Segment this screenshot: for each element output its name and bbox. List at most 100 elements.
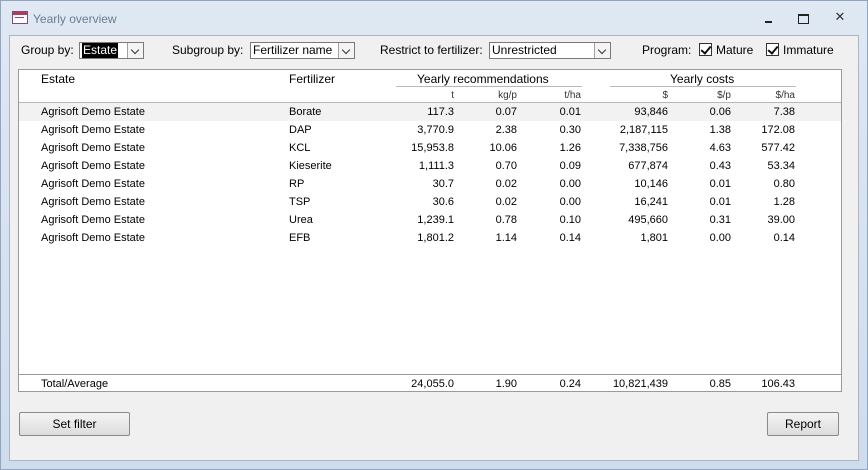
cell-fertilizer: TSP (289, 196, 311, 208)
cell-tha: 0.14 (559, 232, 581, 244)
cell-fertilizer: Kieserite (289, 160, 332, 172)
cell-usd: 495,660 (628, 214, 668, 226)
table-row[interactable]: Agrisoft Demo Estate Kieserite 1,111.3 0.70… (19, 157, 841, 175)
maximize-icon[interactable] (791, 9, 815, 27)
table-row[interactable]: Agrisoft Demo Estate DAP 3,770.9 2.38 0.30 2,… (19, 121, 841, 139)
total-kgp: 1.90 (495, 378, 517, 390)
mature-label: Mature (716, 43, 754, 57)
cell-kgp: 0.70 (495, 160, 517, 172)
table-row[interactable]: Agrisoft Demo Estate Urea 1,239.1 0.78 0.10 4… (19, 211, 841, 229)
cell-tha: 0.10 (559, 214, 581, 226)
restrict-fertilizer-combo[interactable]: Unrestricted (489, 42, 611, 59)
cell-t: 1,801.2 (417, 232, 454, 244)
cell-t: 1,111.3 (418, 160, 454, 172)
cell-usdp: 0.43 (709, 160, 731, 172)
group-by-label: Group by: (21, 43, 74, 57)
cell-estate: Agrisoft Demo Estate (41, 232, 145, 244)
cell-t: 30.6 (432, 196, 454, 208)
cell-t: 3,770.9 (417, 124, 454, 136)
subheader-usdha: $/ha (775, 90, 795, 101)
cell-usd: 10,146 (634, 178, 668, 190)
cell-kgp: 0.02 (495, 178, 517, 190)
total-usdp: 0.85 (709, 378, 731, 390)
cell-usdha: 39.00 (767, 214, 795, 226)
cell-estate: Agrisoft Demo Estate (41, 178, 145, 190)
cell-usd: 677,874 (628, 160, 668, 172)
cell-usdp: 4.63 (709, 142, 731, 154)
cell-usdha: 0.80 (773, 178, 795, 190)
table-row[interactable]: Agrisoft Demo Estate TSP 30.6 0.02 0.00 16,24… (19, 193, 841, 211)
table-row[interactable]: Agrisoft Demo Estate EFB 1,801.2 1.14 0.14 1,… (19, 229, 841, 247)
col-header-estate: Estate (41, 72, 76, 86)
cell-estate: Agrisoft Demo Estate (41, 214, 145, 226)
table-row[interactable]: Agrisoft Demo Estate KCL 15,953.8 10.06 1.26… (19, 139, 841, 157)
program-label: Program: (642, 43, 692, 57)
subheader-usdp: $/p (717, 90, 731, 101)
cell-kgp: 1.14 (495, 232, 517, 244)
close-icon[interactable]: ✕ (828, 9, 852, 27)
set-filter-button[interactable]: Set filter (19, 412, 130, 436)
mature-checkbox[interactable] (699, 43, 712, 56)
cell-kgp: 0.02 (495, 196, 517, 208)
cell-usdp: 0.01 (709, 178, 731, 190)
cell-usdp: 1.38 (709, 124, 731, 136)
cell-usdp: 0.00 (709, 232, 731, 244)
cell-t: 30.7 (432, 178, 454, 190)
cell-usdp: 0.31 (709, 214, 731, 226)
subheader-kgp: kg/p (498, 90, 517, 101)
subgroup-by-label: Subgroup by: (172, 43, 244, 57)
form-body: Group by: Estate Subgroup by: Fertilizer… (9, 35, 859, 461)
costs-underline (610, 86, 796, 87)
cell-fertilizer: Borate (289, 106, 322, 118)
cell-tha: 1.26 (559, 142, 581, 154)
yearly-overview-window: Yearly overview ✕ Group by: Estate Subgr… (0, 0, 868, 470)
cell-estate: Agrisoft Demo Estate (41, 106, 145, 118)
window-title: Yearly overview (33, 12, 117, 26)
cell-tha: 0.30 (559, 124, 581, 136)
group-by-combo[interactable]: Estate (79, 42, 144, 59)
subheader-tha: t/ha (564, 90, 581, 101)
minimize-icon[interactable] (757, 9, 781, 27)
cell-usd: 16,241 (634, 196, 668, 208)
total-row: Total/Average 24,055.0 1.90 0.24 10,821,… (19, 375, 841, 393)
cell-estate: Agrisoft Demo Estate (41, 160, 145, 172)
cell-tha: 0.01 (559, 106, 581, 118)
subgroup-by-value: Fertilizer name (253, 43, 333, 57)
cell-kgp: 2.38 (495, 124, 517, 136)
group-header-costs: Yearly costs (670, 72, 735, 86)
cell-fertilizer: RP (289, 178, 305, 190)
cell-usd: 93,846 (634, 106, 668, 118)
cell-estate: Agrisoft Demo Estate (41, 124, 145, 136)
cell-t: 1,239.1 (417, 214, 454, 226)
immature-checkbox[interactable] (766, 43, 779, 56)
total-usdha: 106.43 (761, 378, 795, 390)
chevron-down-icon[interactable] (127, 43, 143, 58)
total-usd: 10,821,439 (612, 378, 668, 390)
subgroup-by-combo[interactable]: Fertilizer name (250, 42, 355, 59)
col-header-fertilizer: Fertilizer (289, 72, 336, 86)
cell-tha: 0.00 (559, 196, 581, 208)
immature-label: Immature (783, 43, 834, 57)
cell-usd: 2,187,115 (619, 124, 668, 136)
recommendations-underline (396, 86, 582, 87)
table-row[interactable]: Agrisoft Demo Estate Borate 117.3 0.07 0.01 9… (19, 103, 841, 121)
chevron-down-icon[interactable] (338, 43, 354, 58)
cell-usdha: 172.08 (761, 124, 795, 136)
subheader-t: t (451, 90, 454, 101)
cell-tha: 0.00 (559, 178, 581, 190)
total-tha: 0.24 (559, 378, 581, 390)
chevron-down-icon[interactable] (594, 43, 610, 58)
title-bar[interactable]: Yearly overview ✕ (1, 1, 867, 35)
cell-usdha: 7.38 (773, 106, 795, 118)
cell-fertilizer: DAP (289, 124, 312, 136)
restrict-label: Restrict to fertilizer: (380, 43, 483, 57)
group-by-value: Estate (82, 43, 119, 58)
cell-usdp: 0.06 (709, 106, 731, 118)
cell-kgp: 10.06 (489, 142, 517, 154)
table-row[interactable]: Agrisoft Demo Estate RP 30.7 0.02 0.00 10,146… (19, 175, 841, 193)
cell-t: 117.3 (427, 106, 454, 118)
cell-usdha: 1.28 (773, 196, 795, 208)
overview-table: Estate Fertilizer Yearly recommendations… (18, 69, 842, 392)
cell-fertilizer: Urea (289, 214, 313, 226)
report-button[interactable]: Report (767, 412, 839, 436)
